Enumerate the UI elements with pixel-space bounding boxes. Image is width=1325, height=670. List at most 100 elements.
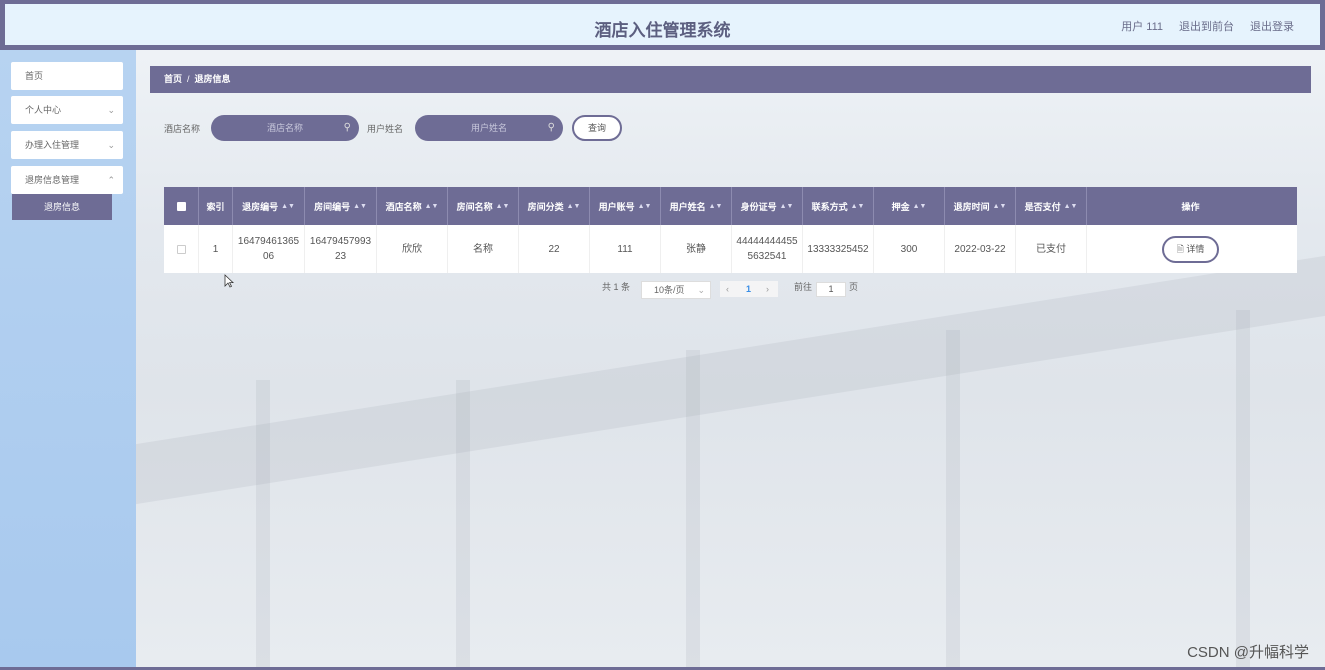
column-header[interactable]: 用户账号 ▲▼ (590, 187, 661, 225)
page-size-value: 10条/页 (654, 285, 685, 295)
search-icon: ⚲ (343, 122, 351, 133)
cell-actions: 🗎 详情 (1087, 225, 1294, 273)
chevron-down-icon: ⌄ (107, 140, 115, 150)
cell-deposit: 300 (874, 225, 945, 273)
checkout-table: 索引 退房编号 ▲▼ 房间编号 ▲▼ 酒店名称 ▲▼ 房间名称 ▲▼ 房间分类 ▲▼ 用户… (164, 187, 1297, 273)
background-decoration (456, 380, 470, 668)
page-number-current[interactable]: 1 (746, 281, 751, 297)
watermark: CSDN @升幅科学 (1187, 644, 1309, 661)
hotel-name-placeholder: 酒店名称 (266, 123, 303, 133)
column-header[interactable]: 身份证号 ▲▼ (732, 187, 803, 225)
cell-room-type: 22 (519, 225, 590, 273)
sidebar-item-checkin-management[interactable]: 办理入住管理 ⌄ (11, 131, 123, 159)
cell-id-no: 444444444555632541 (732, 225, 803, 273)
column-header: 索引 (199, 187, 233, 225)
table-row: 1 1647946136506 1647945799323 欣欣 名称 22 1… (164, 225, 1297, 273)
breadcrumb: 首页 / 退房信息 (150, 66, 1311, 93)
column-header[interactable]: 退房时间 ▲▼ (945, 187, 1016, 225)
sidebar-item-checkout-management[interactable]: 退房信息管理 ⌃ (11, 166, 123, 194)
column-header[interactable]: 用户姓名 ▲▼ (661, 187, 732, 225)
goto-page-input[interactable]: 1 (816, 282, 846, 297)
row-select-cell[interactable] (164, 225, 199, 273)
top-links: 用户 111 退出到前台 退出登录 (1121, 18, 1294, 34)
table-header: 索引 退房编号 ▲▼ 房间编号 ▲▼ 酒店名称 ▲▼ 房间名称 ▲▼ 房间分类 ▲▼ 用户… (164, 187, 1297, 225)
user-name-label: 用户姓名 (367, 124, 404, 134)
sort-icon: ▲▼ (566, 202, 581, 210)
hotel-name-label: 酒店名称 (164, 124, 201, 134)
sort-icon: ▲▼ (424, 202, 439, 210)
cell-room-name: 名称 (448, 225, 519, 273)
cell-room-no: 1647945799323 (305, 225, 377, 273)
prev-page-button[interactable]: ‹ (726, 281, 729, 297)
pager-total: 共 1 条 (602, 282, 631, 292)
cell-account: 111 (590, 225, 661, 273)
column-header[interactable]: 酒店名称 ▲▼ (377, 187, 448, 225)
sort-icon: ▲▼ (912, 202, 927, 210)
user-name-placeholder: 用户姓名 (470, 123, 507, 133)
background-decoration (256, 380, 270, 668)
sidebar-item-label: 首页 (25, 71, 44, 81)
column-header[interactable]: 是否支付 ▲▼ (1016, 187, 1087, 225)
select-all-checkbox[interactable] (176, 201, 186, 211)
select-all-cell[interactable] (164, 187, 199, 225)
top-bar: 酒店入住管理系统 用户 111 退出到前台 退出登录 (0, 0, 1325, 50)
query-button[interactable]: 查询 (572, 115, 622, 141)
sort-icon: ▲▼ (281, 202, 295, 210)
sort-icon: ▲▼ (353, 202, 367, 210)
sidebar-item-home[interactable]: 首页 (11, 62, 123, 90)
cell-checkout-no: 1647946136506 (233, 225, 305, 273)
hotel-name-input[interactable]: 酒店名称 ⚲ (211, 115, 359, 141)
detail-button[interactable]: 🗎 详情 (1162, 235, 1219, 263)
sort-icon: ▲▼ (992, 202, 1007, 210)
cell-user-name: 张静 (661, 225, 732, 273)
sort-icon: ▲▼ (708, 202, 723, 210)
column-header[interactable]: 房间分类 ▲▼ (519, 187, 590, 225)
row-checkbox[interactable] (176, 244, 186, 254)
breadcrumb-current: 退房信息 (194, 74, 231, 84)
background-decoration (946, 330, 960, 668)
mouse-cursor-icon (224, 274, 234, 288)
exit-front-link[interactable]: 退出到前台 (1179, 18, 1234, 34)
pager-nav: ‹ 1 › (720, 281, 778, 297)
user-label: 用户 111 (1121, 21, 1163, 33)
next-page-button[interactable]: › (766, 281, 769, 297)
sort-icon: ▲▼ (495, 202, 510, 210)
background-decoration (1236, 310, 1250, 668)
sort-icon: ▲▼ (637, 202, 652, 210)
breadcrumb-home[interactable]: 首页 (164, 74, 182, 84)
cell-hotel: 欣欣 (377, 225, 448, 273)
column-header[interactable]: 退房编号 ▲▼ (233, 187, 305, 225)
sidebar-subitem-checkout-info[interactable]: 退房信息 (12, 194, 112, 220)
chevron-up-icon: ⌃ (107, 175, 115, 185)
page-unit-label: 页 (849, 282, 859, 292)
column-header[interactable]: 房间编号 ▲▼ (305, 187, 377, 225)
sidebar-item-label: 个人中心 (25, 105, 62, 115)
column-header[interactable]: 联系方式 ▲▼ (803, 187, 874, 225)
logout-link[interactable]: 退出登录 (1250, 18, 1294, 34)
search-icon: ⚲ (547, 122, 555, 133)
sidebar-item-personal-center[interactable]: 个人中心 ⌄ (11, 96, 123, 124)
page-size-select[interactable]: 10条/页 ⌄ (641, 281, 711, 299)
goto-label: 前往 (794, 282, 813, 292)
top-bar-panel: 酒店入住管理系统 用户 111 退出到前台 退出登录 (5, 4, 1320, 45)
background-decoration (686, 350, 700, 668)
cell-paid: 已支付 (1016, 225, 1087, 273)
breadcrumb-separator: / (187, 74, 190, 84)
column-header[interactable]: 房间名称 ▲▼ (448, 187, 519, 225)
user-name-input[interactable]: 用户姓名 ⚲ (415, 115, 563, 141)
column-header: 操作 (1181, 201, 1200, 212)
main-content: 首页 / 退房信息 酒店名称 酒店名称 ⚲ 用户姓名 用户姓名 ⚲ 查询 索引 退房… (136, 50, 1325, 668)
sidebar-item-label: 办理入住管理 (25, 140, 80, 150)
sort-icon: ▲▼ (1063, 202, 1078, 210)
cell-index: 1 (199, 225, 233, 273)
sidebar: 首页 个人中心 ⌄ 办理入住管理 ⌄ 退房信息管理 ⌃ 退房信息 (0, 50, 136, 668)
document-icon: 🗎 (1176, 243, 1184, 254)
chevron-down-icon: ⌄ (107, 105, 115, 115)
chevron-down-icon: ⌄ (697, 285, 705, 295)
column-header[interactable]: 押金 ▲▼ (874, 187, 945, 225)
sort-icon: ▲▼ (850, 202, 865, 210)
sort-icon: ▲▼ (779, 202, 794, 210)
sidebar-item-label: 退房信息管理 (25, 175, 80, 185)
cell-checkout-time: 2022-03-22 (945, 225, 1016, 273)
detail-button-label: 详情 (1186, 243, 1205, 254)
